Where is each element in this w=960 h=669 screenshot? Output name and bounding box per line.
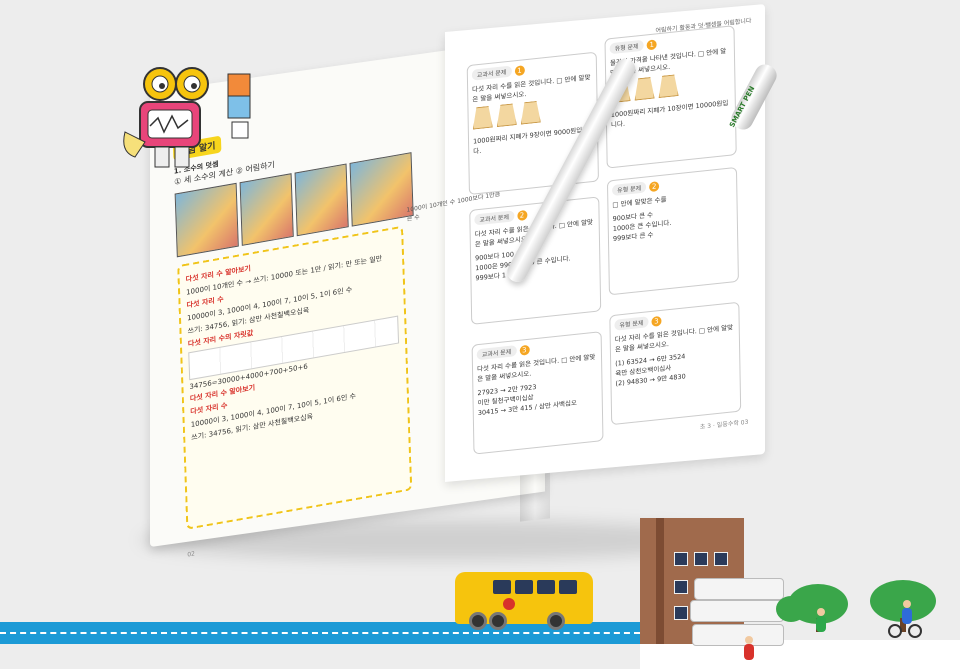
bike-wheel [888, 624, 902, 638]
building-stripe [656, 518, 664, 644]
page-number-right: 03 [740, 418, 749, 427]
building-window [674, 606, 688, 620]
bus-window [515, 580, 533, 594]
object-icon [496, 103, 516, 127]
cyclist [902, 608, 912, 624]
question-type: 유형 문제 [614, 316, 649, 331]
school-bus [455, 572, 593, 630]
comic-panel [174, 182, 239, 258]
running-child [816, 616, 826, 632]
object-icon [634, 77, 654, 101]
tree [776, 596, 806, 622]
question-type: 교과서 문제 [476, 345, 517, 361]
road-lane-line [0, 632, 640, 634]
cyclist-head [903, 600, 911, 608]
object-icon [472, 106, 492, 130]
building-window [674, 580, 688, 594]
book-stack [692, 624, 784, 646]
child-head [745, 636, 753, 644]
ground [640, 640, 960, 669]
stop-sign-icon [503, 598, 515, 610]
concept-box: 다섯 자리 수 알아보기 1000이 10개인 수 → 쓰기: 10000 또는… [177, 225, 413, 530]
question-box-6: 유형 문제 3 다섯 자리 수를 읽은 것입니다. □ 안에 알맞은 말을 써넣으… [609, 301, 742, 426]
bus-window [537, 580, 555, 594]
question-type: 유형 문제 [609, 39, 644, 55]
bus-wheel [489, 612, 507, 630]
question-box-4: 유형 문제 2 □ 안에 알맞은 수를 900보다 큰 수 1000은 큰 수입니… [606, 166, 739, 296]
child-head [817, 608, 825, 616]
bus-wheel [469, 612, 487, 630]
building-window [674, 552, 688, 566]
building-window [714, 552, 728, 566]
bus-window [559, 580, 577, 594]
object-icon [658, 74, 678, 98]
page-label: 초 3 · 일등수학 [699, 419, 739, 431]
bus-window [493, 580, 511, 594]
robot-mascot [120, 62, 270, 172]
book-stack [690, 600, 784, 622]
comic-panel [239, 173, 294, 246]
comic-panel [294, 163, 349, 237]
question-box-5: 교과서 문제 3 다섯 자리 수를 읽은 것입니다. □ 안에 알맞은 말을 써넣… [471, 331, 604, 455]
question-type: 교과서 문제 [474, 210, 515, 226]
question-box-2: 유형 문제 1 물건의 가격을 나타낸 것입니다. □ 안에 알맞은 수를 써넣으… [604, 25, 737, 169]
question-type: 교과서 문제 [471, 65, 512, 81]
page-number-left: 02 [187, 550, 196, 559]
running-child [744, 644, 754, 660]
object-icon [520, 101, 540, 125]
bike-wheel [908, 624, 922, 638]
book-stack [694, 578, 784, 600]
building-window [694, 552, 708, 566]
comic-panel [349, 152, 414, 227]
bus-wheel [547, 612, 565, 630]
question-type: 유형 문제 [612, 181, 647, 197]
